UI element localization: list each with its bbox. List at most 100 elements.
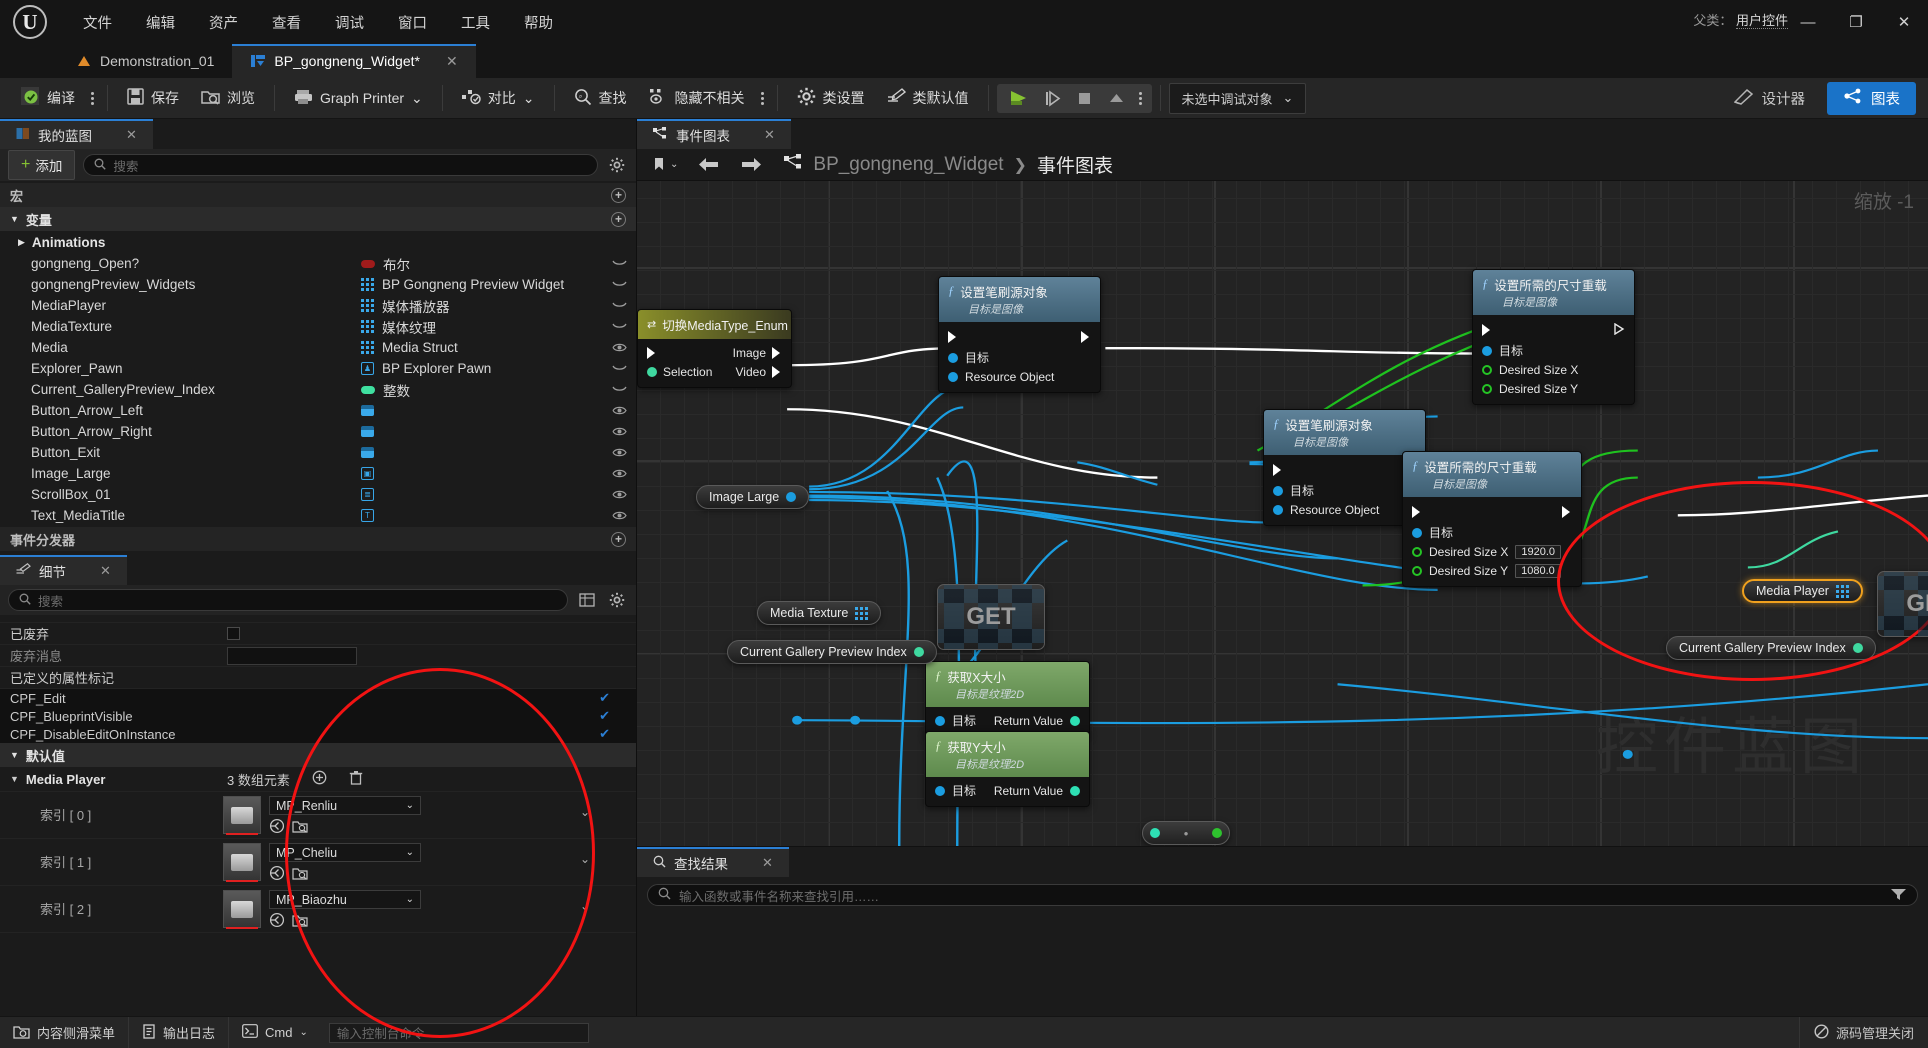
tab-find-results[interactable]: 查找结果 ✕ (637, 847, 789, 877)
menu-view[interactable]: 查看 (255, 7, 318, 38)
variable-row[interactable]: Media Media Struct (0, 337, 636, 358)
return-value-pin[interactable] (1070, 716, 1080, 726)
visibility-eyelash-icon[interactable] (602, 364, 636, 373)
flag-checkbox[interactable]: ✔ (597, 728, 610, 741)
node-get-array-item-2[interactable]: GET (1877, 571, 1928, 637)
detail-value[interactable] (223, 647, 636, 665)
target-pin[interactable] (1482, 346, 1492, 356)
details-section-defaults[interactable]: ▼ 默认值 (0, 743, 636, 767)
visibility-eye-icon[interactable] (602, 468, 636, 479)
menu-debug[interactable]: 调试 (318, 7, 381, 38)
target-pin[interactable] (935, 716, 945, 726)
checkbox[interactable] (227, 627, 240, 640)
visibility-eye-icon[interactable] (602, 426, 636, 437)
media-player-thumbnail[interactable] (223, 843, 261, 881)
add-button[interactable]: + 添加 (8, 150, 75, 180)
browse-asset-icon[interactable] (292, 866, 309, 884)
source-control-status[interactable]: 源码管理关闭 (1799, 1017, 1928, 1048)
target-pin[interactable] (935, 786, 945, 796)
menu-edit[interactable]: 编辑 (129, 7, 192, 38)
exec-out-image-pin[interactable] (772, 347, 782, 359)
expand-chevron-icon[interactable]: ⌄ (580, 899, 590, 913)
variable-row[interactable]: Button_Exit (0, 442, 636, 463)
menu-bar[interactable]: 文件 编辑 资产 查看 调试 窗口 工具 帮助 (66, 7, 570, 38)
exec-out-video-pin[interactable] (772, 366, 782, 378)
maximize-button[interactable]: ❐ (1832, 0, 1880, 44)
asset-tab-demonstration[interactable]: Demonstration_01 (58, 44, 232, 78)
output-pin[interactable] (1853, 643, 1863, 653)
variable-row[interactable]: gongneng_Open? 布尔 (0, 253, 636, 274)
desired-size-x-value[interactable]: 1920.0 (1515, 545, 1561, 559)
play-controls[interactable] (997, 84, 1152, 113)
node-var-current-gallery-preview-index-1[interactable]: Current Gallery Preview Index (727, 640, 937, 664)
detail-row[interactable]: 废弃消息 (0, 645, 636, 667)
bookmark-button[interactable]: ⌄ (645, 153, 686, 176)
text-input[interactable] (227, 647, 357, 665)
flag-row[interactable]: CPF_BlueprintVisible ✔ (0, 707, 636, 725)
variable-row[interactable]: ScrollBox_01 ≣ (0, 484, 636, 505)
array-item-row[interactable]: 索引 [ 0 ] MP_Renliu ⌄ ⌄ (0, 792, 636, 839)
expand-chevron-icon[interactable]: ⌄ (580, 852, 590, 866)
variable-row[interactable]: Current_GalleryPreview_Index 整数 (0, 379, 636, 400)
add-dispatcher-icon[interactable]: + (611, 532, 626, 547)
media-player-thumbnail[interactable] (223, 890, 261, 928)
node-get-size-x[interactable]: ƒ 获取X大小 目标是纹理2D 目标 Return Value (925, 661, 1090, 737)
variable-row[interactable]: Button_Arrow_Left (0, 400, 636, 421)
console-command-input[interactable]: 输入控制台命令 (329, 1023, 589, 1043)
variable-row[interactable]: Text_MediaTitle T (0, 505, 636, 526)
tab-details[interactable]: 细节 ✕ (0, 555, 127, 585)
visibility-eye-icon[interactable] (602, 510, 636, 521)
reset-to-default-icon[interactable] (269, 818, 285, 837)
browse-button[interactable]: 浏览 (190, 83, 266, 113)
menu-help[interactable]: 帮助 (507, 7, 570, 38)
designer-mode-button[interactable]: 设计器 (1718, 82, 1822, 115)
graph-printer-button[interactable]: Graph Printer ⌄ (283, 84, 434, 113)
flag-row[interactable]: CPF_DisableEditOnInstance ✔ (0, 725, 636, 743)
media-player-thumbnail[interactable] (223, 796, 261, 834)
detail-value[interactable] (223, 627, 636, 640)
my-blueprint-settings-button[interactable] (606, 154, 628, 176)
details-settings-button[interactable] (606, 589, 628, 611)
multiply-input-pin[interactable] (1150, 828, 1160, 838)
class-settings-button[interactable]: 类设置 (786, 82, 876, 114)
close-icon[interactable]: ✕ (762, 855, 773, 871)
desired-size-y-pin[interactable] (1482, 384, 1492, 394)
my-blueprint-search-input[interactable]: 搜索 (83, 154, 598, 176)
section-variables[interactable]: ▼ 变量 + (0, 207, 636, 231)
variable-row[interactable]: Image_Large ▣ (0, 463, 636, 484)
node-var-image-large[interactable]: Image Large (696, 485, 809, 509)
graph-editor[interactable]: ⌄ (637, 149, 1928, 846)
node-var-media-player[interactable]: Media Player (1742, 579, 1863, 603)
menu-window[interactable]: 窗口 (381, 7, 444, 38)
visibility-eyelash-icon[interactable] (602, 259, 636, 268)
section-event-dispatchers[interactable]: 事件分发器 + (0, 527, 636, 551)
node-get-array-item-1[interactable]: GET (937, 584, 1045, 650)
find-filter-icon[interactable] (1890, 887, 1907, 904)
multiply-output-pin[interactable] (1212, 828, 1222, 838)
variable-row[interactable]: Button_Arrow_Right (0, 421, 636, 442)
eject-button[interactable] (1101, 87, 1132, 110)
exec-in-pin[interactable] (1482, 324, 1492, 336)
menu-asset[interactable]: 资产 (192, 7, 255, 38)
minimize-button[interactable]: — (1784, 0, 1832, 44)
flag-row[interactable]: CPF_Edit ✔ (0, 689, 636, 707)
save-button[interactable]: 保存 (116, 83, 190, 113)
delete-array-icon[interactable] (349, 770, 363, 788)
details-columns-button[interactable] (576, 589, 598, 611)
exec-in-pin[interactable] (1273, 464, 1283, 476)
close-button[interactable]: ✕ (1880, 0, 1928, 44)
media-player-select[interactable]: MP_Renliu ⌄ (269, 796, 421, 815)
close-icon[interactable]: ✕ (100, 563, 111, 579)
selection-pin[interactable] (647, 367, 657, 377)
navigate-back-button[interactable] (690, 153, 728, 176)
node-var-current-gallery-preview-index-2[interactable]: Current Gallery Preview Index (1666, 636, 1876, 660)
node-switch-mediatype-enum[interactable]: ⇄ 切换MediaType_Enum Image (637, 309, 792, 388)
visibility-eyelash-icon[interactable] (602, 301, 636, 310)
close-icon[interactable]: ✕ (126, 127, 137, 143)
visibility-eye-icon[interactable] (602, 405, 636, 416)
add-array-element-icon[interactable] (312, 770, 327, 788)
variable-group-animations[interactable]: ▶ Animations (0, 231, 636, 253)
stop-button[interactable] (1070, 87, 1099, 110)
node-var-media-texture[interactable]: Media Texture (757, 601, 881, 625)
resource-object-pin[interactable] (1273, 505, 1283, 515)
